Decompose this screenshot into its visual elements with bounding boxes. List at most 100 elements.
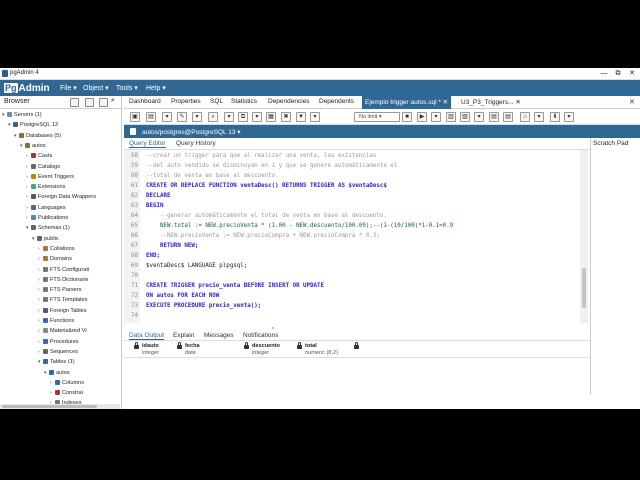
column-idauto[interactable]: idauto integer [142, 343, 159, 357]
tree-node[interactable]: › Languages [26, 203, 66, 213]
tree-node[interactable]: ▾ PostgreSQL 13 [8, 120, 58, 130]
close-panel-icon[interactable]: ✕ [629, 98, 635, 106]
commit-icon[interactable]: ▤ [489, 112, 499, 122]
explain-dropdown-icon[interactable]: ▾ [474, 112, 484, 122]
connection-bar[interactable]: autos/postgres@PostgreSQL 13 ▾ [124, 125, 640, 138]
execute-icon[interactable]: ▶ [417, 112, 427, 122]
row-limit-select[interactable]: No limit ▾ [354, 112, 400, 122]
rollback-icon[interactable]: ▤ [503, 112, 513, 122]
database-icon[interactable] [70, 98, 79, 107]
open-file-icon[interactable]: ▣ [130, 112, 140, 122]
download-icon[interactable]: ⬇ [550, 112, 560, 122]
maximize-icon[interactable]: ⧉ [611, 68, 625, 80]
tree-node-label: Servers (1) [14, 112, 42, 118]
lock-icon [297, 342, 302, 349]
tree-node[interactable]: ▾ autos [44, 368, 70, 378]
tree-node[interactable]: ▾ autos [20, 141, 46, 151]
tree-node[interactable]: › Event Triggers [26, 172, 74, 182]
minimize-icon[interactable]: — [597, 68, 611, 80]
column-fecha[interactable]: fecha date [185, 343, 200, 357]
macros-icon[interactable]: ▾ [564, 112, 574, 122]
menu-tools[interactable]: Tools ▾ [116, 84, 138, 92]
delete-icon[interactable]: ✖ [281, 112, 291, 122]
tab-query-tool-2[interactable]: U3_P3_Triggers... ✕ [461, 98, 521, 106]
result-column-header: idauto integer fecha date descuento integer… [124, 341, 590, 358]
tree-node-label: Catalogs [38, 163, 61, 170]
tab-query-tool[interactable]: Ejemplo trigger autos.sql * ✕ [362, 96, 452, 109]
filter-dropdown-icon[interactable]: ▾ [310, 112, 320, 122]
tree-node[interactable]: › Extensions [26, 182, 65, 192]
grid-view-icon[interactable] [85, 98, 94, 107]
tree-node[interactable]: › Domains [38, 254, 72, 264]
save-icon[interactable]: ▤ [146, 112, 156, 122]
scratch-pad-area[interactable] [590, 150, 640, 395]
tab-data-output[interactable]: Data Output [129, 332, 165, 340]
copy-icon[interactable]: ⧉ [238, 112, 248, 122]
tab-messages[interactable]: Messages [204, 332, 234, 339]
tree-node[interactable]: › Sequences [38, 347, 78, 357]
tree-node[interactable]: › Materialized Vi [38, 326, 87, 336]
tree-node[interactable]: ▾ Databases (5) [14, 131, 61, 141]
main-tab-bar: Dashboard Properties SQL Statistics Depe… [124, 96, 640, 109]
tab-notifications[interactable]: Notifications [243, 332, 278, 339]
tree-node[interactable]: › FTS Dictionarie [38, 275, 89, 285]
tree-node[interactable]: › Foreign Tables [38, 306, 87, 316]
tree-node-icon [31, 225, 36, 231]
save-dropdown-icon[interactable]: ▾ [162, 112, 172, 122]
tab-explain[interactable]: Explain [173, 332, 194, 339]
tree-node[interactable]: ▾ Schemas (1) [26, 223, 70, 233]
tree-node[interactable]: › Columns [50, 378, 84, 388]
browser-panel: Browser ⌕ ▾ Servers (1) ▾ PostgreSQL 13 ▾ Dat… [0, 96, 122, 409]
filter-icon[interactable]: ▼ [296, 112, 306, 122]
tree-node[interactable]: › Functions [38, 316, 74, 326]
line-number: 67 [131, 243, 138, 249]
tree-node[interactable]: › Catalogs [26, 162, 60, 172]
filter-icon[interactable] [99, 98, 108, 107]
tree-node[interactable]: › Publications [26, 213, 68, 223]
edit-dropdown-icon[interactable]: ▾ [192, 112, 202, 122]
menu-help[interactable]: Help ▾ [146, 84, 166, 92]
tree-horizontal-scrollbar[interactable] [0, 404, 120, 409]
column-total[interactable]: total numeric (8,2) [305, 343, 338, 357]
tree-node[interactable]: › FTS Parsers [38, 285, 81, 295]
line-number: 68 [131, 253, 138, 259]
explain-icon[interactable]: ▥ [446, 112, 456, 122]
paste-icon[interactable]: ▦ [266, 112, 276, 122]
clear-dropdown-icon[interactable]: ▾ [534, 112, 544, 122]
tree-node[interactable]: › Collations [38, 244, 75, 254]
tree-node[interactable]: › FTS Configurati [38, 265, 89, 275]
tab-properties[interactable]: Properties [171, 98, 201, 105]
tab-statistics[interactable]: Statistics [231, 98, 257, 105]
tab-dependents[interactable]: Dependents [319, 98, 354, 105]
menu-object[interactable]: Object ▾ [83, 84, 109, 92]
close-icon[interactable]: ✕ [625, 68, 639, 80]
tree-node[interactable]: › Constrai [50, 388, 83, 398]
sql-editor[interactable]: 58 59 60 61 62 63 64 65 66 67 68 69 70 71 72 73 74 --cre… [124, 150, 590, 323]
tab-query-history[interactable]: Query History [176, 140, 216, 147]
tree-node[interactable]: ▾ public [32, 234, 59, 244]
column-descuento[interactable]: descuento integer [252, 343, 280, 357]
find-icon[interactable]: ⌕ [208, 112, 218, 122]
tree-node[interactable]: › Foreign Data Wrappers [26, 192, 96, 202]
menu-file[interactable]: File ▾ [60, 84, 77, 92]
explain-analyze-icon[interactable]: ▧ [460, 112, 470, 122]
tree-node[interactable]: › Casts [26, 151, 52, 161]
stop-icon[interactable]: ■ [402, 112, 412, 122]
copy-dropdown-icon[interactable]: ▾ [252, 112, 262, 122]
search-icon[interactable]: ⌕ [111, 97, 120, 106]
execute-dropdown-icon[interactable]: ▾ [431, 112, 441, 122]
tab-sql[interactable]: SQL [210, 98, 223, 105]
find-dropdown-icon[interactable]: ▾ [224, 112, 234, 122]
tree-node[interactable]: › Procedures [38, 337, 79, 347]
tab-dashboard[interactable]: Dashboard [129, 98, 161, 105]
tab-query-editor[interactable]: Query Editor [129, 140, 166, 148]
tree-node[interactable]: ▾ Tables (1) [38, 357, 75, 367]
tree-node-label: Domains [50, 256, 73, 263]
tab-dependencies[interactable]: Dependencies [268, 98, 310, 105]
editor-scrollbar[interactable] [580, 150, 588, 323]
tree-node[interactable]: ▾ Servers (1) [2, 110, 42, 120]
browser-header: Browser ⌕ [0, 96, 121, 109]
clear-icon[interactable]: ⌂ [520, 112, 530, 122]
tree-node[interactable]: › FTS Templates [38, 295, 88, 305]
edit-icon[interactable]: ✎ [177, 112, 187, 122]
